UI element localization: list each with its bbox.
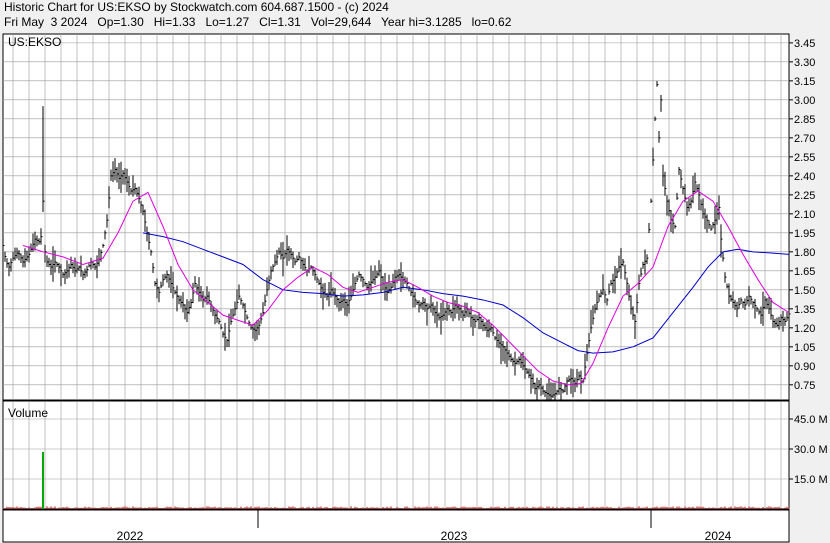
- price-axis: 3.45 3.30 3.15 3.00 2.85 2.70 2.55 2.40 2.25 2.10…: [789, 38, 815, 392]
- price-tick-label: 2.25: [794, 190, 815, 202]
- price-tick-label: 2.55: [794, 152, 815, 164]
- x-label-2023: 2023: [441, 529, 468, 543]
- volume-plot-area: [2, 400, 790, 510]
- volume-panel: Volume 45.0 M 30.0 M 15.0 M: [2, 400, 828, 510]
- volume-tick-label: 45.0 M: [794, 414, 828, 426]
- price-tick-label: 1.65: [794, 266, 815, 278]
- x-axis: 2022 2023 2024: [2, 509, 790, 543]
- symbol-label: US:EKSO: [8, 35, 61, 49]
- x-label-2022: 2022: [117, 529, 144, 543]
- price-tick-label: 1.80: [794, 247, 815, 259]
- volume-axis: 45.0 M 30.0 M 15.0 M: [789, 414, 828, 486]
- volume-tick-label: 30.0 M: [794, 444, 828, 456]
- price-tick-label: 1.05: [794, 342, 815, 354]
- stock-chart: US:EKSO 3.45 3.30 3.15 3.00 2.85 2.70 2.55 2.40…: [2, 33, 828, 543]
- price-tick-label: 1.50: [794, 285, 815, 297]
- price-tick-label: 2.10: [794, 209, 815, 221]
- price-tick-label: 2.85: [794, 114, 815, 126]
- price-tick-label: 3.30: [794, 57, 815, 69]
- price-tick-label: 2.70: [794, 133, 815, 145]
- price-tick-label: 0.90: [794, 361, 815, 373]
- price-panel: US:EKSO 3.45 3.30 3.15 3.00 2.85 2.70 2.55 2.40…: [2, 33, 815, 413]
- price-tick-label: 1.35: [794, 304, 815, 316]
- price-tick-label: 1.20: [794, 323, 815, 335]
- volume-label: Volume: [8, 406, 48, 420]
- x-label-2024: 2024: [705, 529, 732, 543]
- price-tick-label: 3.45: [794, 38, 815, 50]
- price-tick-label: 0.75: [794, 380, 815, 392]
- price-tick-label: 1.95: [794, 228, 815, 240]
- price-tick-label: 2.40: [794, 171, 815, 183]
- price-tick-label: 3.00: [794, 95, 815, 107]
- volume-tick-label: 15.0 M: [794, 474, 828, 486]
- price-tick-label: 3.15: [794, 76, 815, 88]
